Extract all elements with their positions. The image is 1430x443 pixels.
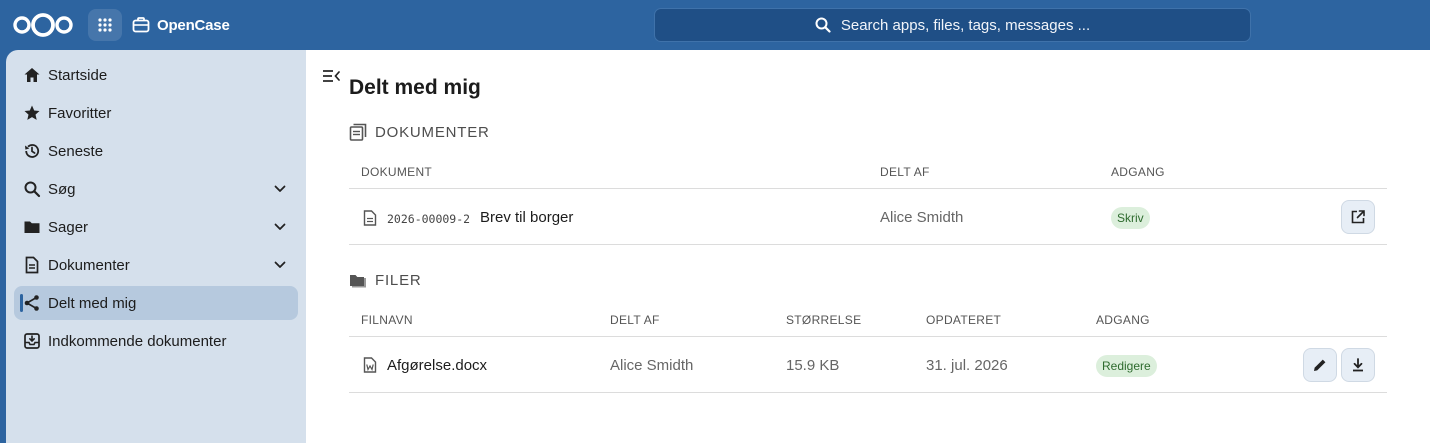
column-header[interactable]: OPDATERET (926, 313, 1001, 327)
search-icon (24, 181, 41, 198)
download-file-button[interactable] (1341, 348, 1375, 382)
sidebar-item-indkommende-dokumenter[interactable]: Indkommende dokumenter (14, 324, 298, 358)
unified-search-input[interactable]: Search apps, files, tags, messages ... (654, 8, 1251, 42)
document-number: 2026-00009-2 (387, 212, 471, 226)
sidebar-item-delt-med-mig[interactable]: Delt med mig (14, 286, 298, 320)
page-title: Delt med mig (349, 76, 481, 99)
nextcloud-logo-icon[interactable] (12, 12, 74, 38)
inbox-icon (24, 333, 40, 349)
chevron-down-icon[interactable] (273, 258, 287, 272)
section-title: FILER (375, 272, 422, 289)
chevron-down-icon[interactable] (273, 182, 287, 196)
sidebar-item-startside[interactable]: Startside (14, 58, 298, 92)
edit-file-button[interactable] (1303, 348, 1337, 382)
updated-date: 31. jul. 2026 (926, 357, 1008, 374)
sidebar-item-label: Sager (48, 219, 89, 236)
library-icon (349, 123, 367, 141)
grid-icon (98, 18, 112, 32)
word-document-icon (363, 357, 377, 373)
access-badge: Redigere (1096, 355, 1157, 377)
sidebar-item-label: Dokumenter (48, 257, 130, 274)
sidebar-item-label: Indkommende dokumenter (48, 333, 227, 350)
sidebar: Startside Favoritter Seneste Søg Sager D… (6, 50, 306, 443)
document-icon (363, 210, 377, 226)
section-title: DOKUMENTER (375, 123, 490, 141)
shared-by: Alice Smidth (610, 357, 694, 374)
top-header: OpenCase Search apps, files, tags, messa… (0, 0, 1430, 50)
documents-section-header: DOKUMENTER (349, 123, 490, 141)
folder-icon (350, 274, 366, 287)
sidebar-item-label: Startside (48, 67, 108, 84)
sidebar-item-label: Delt med mig (48, 295, 137, 312)
divider (349, 188, 1387, 189)
folder-icon (24, 221, 40, 233)
search-icon (815, 17, 831, 33)
sidebar-item-sager[interactable]: Sager (14, 210, 298, 244)
chevron-down-icon[interactable] (273, 220, 287, 234)
sidebar-item-seneste[interactable]: Seneste (14, 134, 298, 168)
open-document-button[interactable] (1341, 200, 1375, 234)
app-menu-button[interactable] (88, 9, 122, 41)
sidebar-item-favoritter[interactable]: Favoritter (14, 96, 298, 130)
history-icon (25, 144, 40, 158)
file-name-link[interactable]: Afgørelse.docx (387, 357, 487, 374)
app-name[interactable]: OpenCase (157, 17, 230, 34)
sidebar-item-label: Favoritter (48, 105, 112, 122)
home-icon (24, 68, 40, 82)
download-icon (1353, 358, 1363, 372)
divider (349, 392, 1387, 393)
column-header[interactable]: DELT AF (880, 165, 930, 179)
main-content: Delt med mig DOKUMENTER DOKUMENT DELT AF… (306, 50, 1430, 443)
star-icon (24, 105, 40, 120)
column-header: ADGANG (1111, 165, 1165, 179)
column-header[interactable]: DOKUMENT (361, 165, 432, 179)
shared-by: Alice Smidth (880, 209, 964, 226)
document-icon (25, 256, 39, 274)
divider (349, 244, 1387, 245)
document-title-link[interactable]: Brev til borger (480, 209, 573, 226)
column-header: ADGANG (1096, 313, 1150, 327)
divider (349, 336, 1387, 337)
file-size: 15.9 KB (786, 357, 840, 374)
sidebar-item-dokumenter[interactable]: Dokumenter (14, 248, 298, 282)
pencil-icon (1314, 359, 1326, 371)
external-link-icon (1351, 210, 1365, 224)
share-icon (24, 295, 39, 311)
sidebar-item-label: Søg (48, 181, 76, 198)
sidebar-item-sog[interactable]: Søg (14, 172, 298, 206)
column-header[interactable]: STØRRELSE (786, 313, 861, 327)
sidebar-item-label: Seneste (48, 143, 104, 160)
column-header[interactable]: DELT AF (610, 313, 660, 327)
access-badge: Skriv (1111, 207, 1150, 229)
column-header[interactable]: FILNAVN (361, 313, 413, 327)
sidebar-toggle-icon[interactable] (322, 68, 340, 84)
search-placeholder: Search apps, files, tags, messages ... (840, 16, 1091, 34)
briefcase-icon[interactable] (132, 16, 150, 34)
files-section-header: FILER (349, 272, 422, 289)
